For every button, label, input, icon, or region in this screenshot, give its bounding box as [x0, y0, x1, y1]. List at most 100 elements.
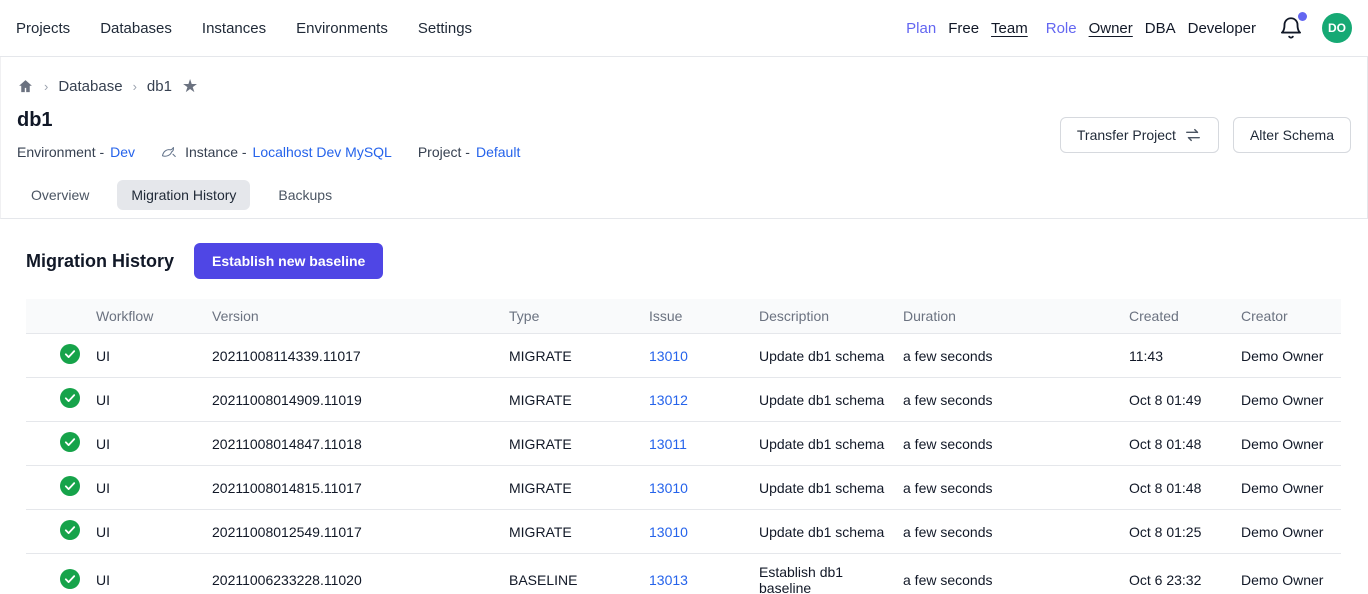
- nav-right: Plan Free Team Role Owner DBA Developer …: [906, 13, 1352, 43]
- nav-item-instances[interactable]: Instances: [202, 20, 266, 37]
- cell-creator: Demo Owner: [1233, 466, 1341, 510]
- cell-description: Update db1 schema: [751, 422, 895, 466]
- transfer-project-label: Transfer Project: [1077, 127, 1176, 143]
- table-row[interactable]: UI 20211008114339.11017 MIGRATE 13010 Up…: [26, 334, 1341, 378]
- cell-version: 20211008014815.11017: [204, 466, 501, 510]
- chevron-right-icon: ›: [44, 79, 48, 94]
- col-created: Created: [1121, 299, 1233, 334]
- environment-label: Environment -: [17, 144, 104, 160]
- cell-duration: a few seconds: [895, 466, 1121, 510]
- plan-label: Plan: [906, 20, 936, 37]
- cell-duration: a few seconds: [895, 334, 1121, 378]
- tab-overview[interactable]: Overview: [17, 180, 103, 210]
- col-description: Description: [751, 299, 895, 334]
- table-body: UI 20211008114339.11017 MIGRATE 13010 Up…: [26, 334, 1341, 594]
- nav-item-databases[interactable]: Databases: [100, 20, 172, 37]
- cell-created: Oct 8 01:25: [1121, 510, 1233, 554]
- table-header: Workflow Version Type Issue Description …: [26, 299, 1341, 334]
- user-avatar[interactable]: DO: [1322, 13, 1352, 43]
- cell-description: Establish db1 baseline: [751, 554, 895, 594]
- chevron-right-icon: ›: [133, 79, 137, 94]
- breadcrumb: › Database › db1 ★: [17, 77, 1351, 95]
- issue-link[interactable]: 13010: [649, 348, 688, 364]
- cell-created: Oct 8 01:49: [1121, 378, 1233, 422]
- environment-link[interactable]: Dev: [110, 144, 135, 160]
- header-row: db1 Environment - Dev Instance - Localho…: [17, 109, 1351, 160]
- col-workflow: Workflow: [88, 299, 204, 334]
- success-check-icon: [60, 344, 80, 364]
- top-navigation: Projects Databases Instances Environment…: [0, 0, 1368, 57]
- instance-link[interactable]: Localhost Dev MySQL: [253, 144, 392, 160]
- cell-duration: a few seconds: [895, 422, 1121, 466]
- cell-created: Oct 8 01:48: [1121, 422, 1233, 466]
- issue-link[interactable]: 13010: [649, 524, 688, 540]
- table-row[interactable]: UI 20211008014847.11018 MIGRATE 13011 Up…: [26, 422, 1341, 466]
- role-dba: DBA: [1145, 20, 1176, 37]
- issue-link[interactable]: 13010: [649, 480, 688, 496]
- home-icon[interactable]: [17, 78, 34, 95]
- favorite-star-icon[interactable]: ★: [182, 77, 198, 95]
- page-header-band: › Database › db1 ★ db1 Environment - Dev…: [0, 57, 1368, 219]
- section-title: Migration History: [26, 251, 174, 272]
- cell-created: 11:43: [1121, 334, 1233, 378]
- table-row[interactable]: UI 20211006233228.11020 BASELINE 13013 E…: [26, 554, 1341, 594]
- cell-created: Oct 6 23:32: [1121, 554, 1233, 594]
- cell-version: 20211008014847.11018: [204, 422, 501, 466]
- transfer-project-button[interactable]: Transfer Project: [1060, 117, 1219, 153]
- success-check-icon: [60, 569, 80, 589]
- nav-item-projects[interactable]: Projects: [16, 20, 70, 37]
- cell-workflow: UI: [88, 466, 204, 510]
- nav-item-environments[interactable]: Environments: [296, 20, 388, 37]
- cell-created: Oct 8 01:48: [1121, 466, 1233, 510]
- success-check-icon: [60, 476, 80, 496]
- issue-link[interactable]: 13011: [649, 436, 687, 452]
- tab-backups[interactable]: Backups: [264, 180, 346, 210]
- plan-team-link[interactable]: Team: [991, 20, 1028, 37]
- cell-version: 20211006233228.11020: [204, 554, 501, 594]
- cell-creator: Demo Owner: [1233, 378, 1341, 422]
- notification-bell-icon[interactable]: [1278, 15, 1304, 41]
- cell-duration: a few seconds: [895, 378, 1121, 422]
- migration-history-table: Workflow Version Type Issue Description …: [26, 299, 1341, 594]
- table-row[interactable]: UI 20211008014909.11019 MIGRATE 13012 Up…: [26, 378, 1341, 422]
- project-link[interactable]: Default: [476, 144, 520, 160]
- role-label: Role: [1046, 20, 1077, 37]
- cell-workflow: UI: [88, 554, 204, 594]
- cell-creator: Demo Owner: [1233, 334, 1341, 378]
- cell-type: MIGRATE: [501, 334, 641, 378]
- table-row[interactable]: UI 20211008012549.11017 MIGRATE 13010 Up…: [26, 510, 1341, 554]
- issue-link[interactable]: 13012: [649, 392, 688, 408]
- success-check-icon: [60, 432, 80, 452]
- plan-current: Free: [948, 20, 979, 37]
- issue-link[interactable]: 13013: [649, 572, 688, 588]
- col-duration: Duration: [895, 299, 1121, 334]
- success-check-icon: [60, 388, 80, 408]
- cell-creator: Demo Owner: [1233, 422, 1341, 466]
- cell-description: Update db1 schema: [751, 334, 895, 378]
- col-version: Version: [204, 299, 501, 334]
- transfer-arrows-icon: [1184, 127, 1202, 143]
- cell-version: 20211008012549.11017: [204, 510, 501, 554]
- table-row[interactable]: UI 20211008014815.11017 MIGRATE 13010 Up…: [26, 466, 1341, 510]
- establish-baseline-button[interactable]: Establish new baseline: [194, 243, 383, 279]
- title-block: db1 Environment - Dev Instance - Localho…: [17, 109, 520, 160]
- database-meta-line: Environment - Dev Instance - Localhost D…: [17, 144, 520, 160]
- role-group: Role Owner DBA Developer: [1046, 20, 1256, 37]
- tab-migration-history[interactable]: Migration History: [117, 180, 250, 210]
- breadcrumb-db1: db1: [147, 78, 172, 95]
- main-content: Migration History Establish new baseline…: [0, 243, 1368, 594]
- alter-schema-button[interactable]: Alter Schema: [1233, 117, 1351, 153]
- nav-item-settings[interactable]: Settings: [418, 20, 472, 37]
- cell-version: 20211008014909.11019: [204, 378, 501, 422]
- mysql-engine-icon: [161, 144, 179, 160]
- breadcrumb-database[interactable]: Database: [58, 78, 122, 95]
- notification-dot: [1298, 12, 1307, 21]
- cell-workflow: UI: [88, 378, 204, 422]
- migration-history-header: Migration History Establish new baseline: [26, 243, 1341, 279]
- cell-type: MIGRATE: [501, 466, 641, 510]
- role-owner[interactable]: Owner: [1089, 20, 1133, 37]
- role-developer: Developer: [1188, 20, 1256, 37]
- col-creator: Creator: [1233, 299, 1341, 334]
- instance-label: Instance -: [185, 144, 246, 160]
- cell-type: MIGRATE: [501, 422, 641, 466]
